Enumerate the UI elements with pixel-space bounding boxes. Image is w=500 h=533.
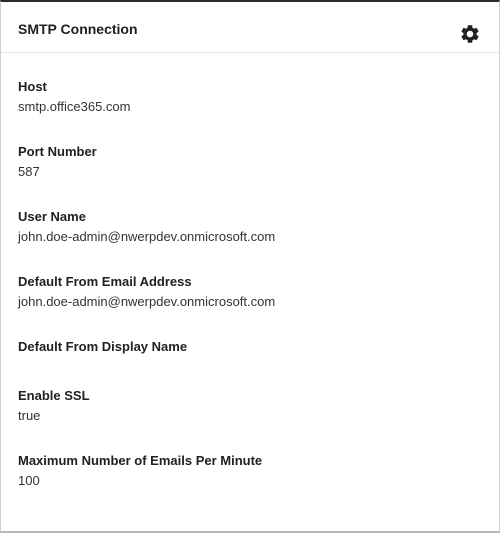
field-value: 587 (18, 164, 40, 179)
field-default-from-email: Default From Email Address john.doe-admi… (18, 274, 478, 310)
field-label: Default From Display Name (18, 339, 188, 354)
field-default-from-display-name: Default From Display Name (18, 339, 478, 375)
field-value: true (18, 408, 41, 423)
field-value: 100 (18, 473, 40, 488)
field-label: Enable SSL (18, 388, 90, 403)
field-port-number: Port Number 587 (18, 144, 478, 180)
field-label: User Name (18, 209, 86, 224)
field-user-name: User Name john.doe-admin@nwerpdev.onmicr… (18, 209, 478, 245)
field-label: Default From Email Address (18, 274, 192, 289)
smtp-connection-panel: SMTP Connection Host smtp.office365.com … (0, 0, 500, 533)
field-label: Maximum Number of Emails Per Minute (18, 453, 263, 468)
field-value (18, 359, 478, 375)
field-label: Port Number (18, 144, 97, 159)
settings-button[interactable] (459, 23, 481, 45)
field-enable-ssl: Enable SSL true (18, 388, 478, 424)
field-host: Host smtp.office365.com (18, 79, 478, 115)
gear-icon (459, 23, 481, 45)
panel-title: SMTP Connection (18, 21, 138, 37)
field-value: john.doe-admin@nwerpdev.onmicrosoft.com (18, 229, 276, 244)
field-value: smtp.office365.com (18, 99, 131, 114)
field-label: Host (18, 79, 47, 94)
field-value: john.doe-admin@nwerpdev.onmicrosoft.com (18, 294, 276, 309)
field-max-emails-per-minute: Maximum Number of Emails Per Minute 100 (18, 453, 478, 489)
panel-header: SMTP Connection (1, 2, 499, 53)
